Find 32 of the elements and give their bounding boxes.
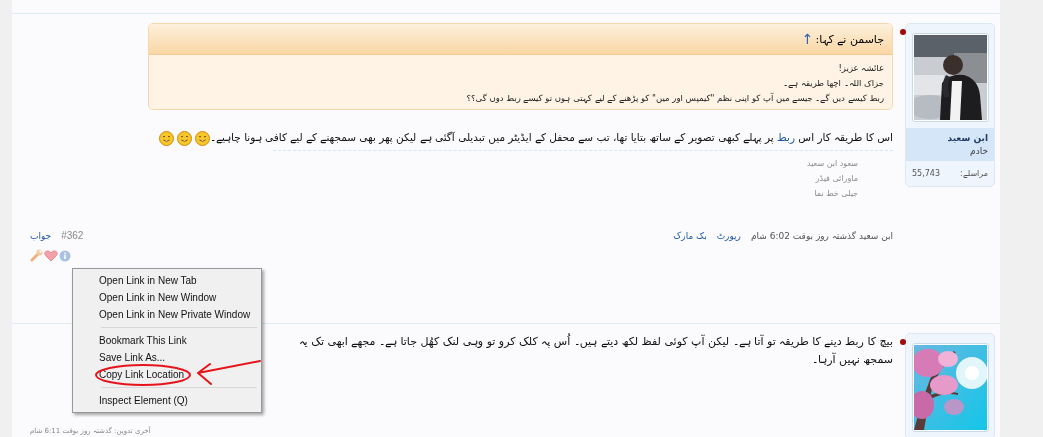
wrench-icon[interactable] [30, 249, 43, 262]
info-icon[interactable] [59, 249, 71, 262]
menu-item[interactable]: Inspect Element (Q) [99, 395, 188, 406]
liker-name[interactable]: سعود ابن سعید [806, 159, 858, 168]
menu-item[interactable]: Bookmark This Link [99, 335, 187, 346]
user-title: خادم [969, 146, 988, 156]
quote-line: ربط کیسے دیں گے۔ جیسے میں آپ کو اپنی نظم "کیمپس اور میں" کو پڑھنے کے لیے کہتی ہوں تو کیسے ربط دوں گی؟؟ [465, 93, 884, 103]
smiley-icon [176, 130, 192, 146]
post-number[interactable]: #362 [61, 230, 84, 241]
menu-item[interactable]: Open Link in New Private Window [99, 309, 251, 320]
jump-link[interactable]: ↑ [801, 31, 814, 47]
action-link[interactable]: بک مارک [673, 230, 707, 241]
quote-line: جزاک اللہ۔ اچھا طریقہ ہے۔ [782, 78, 884, 88]
post-text: اس کا طریقہ کار اس ربط پر پہلے کبھی تصویر کے ساتھ بتایا تھا، تب سے محفل کے ایڈیٹر میں تبدیلی آگئی ہے لیکن پھر بھی سمجھنے کے لیے کافی ہونا چاہیے۔ [209, 130, 893, 146]
quote-author: جاسمن نے کہا: [815, 32, 884, 46]
menu-item[interactable]: Open Link in New Window [99, 292, 217, 303]
action-link[interactable]: رپورٹ [716, 230, 741, 241]
quote-line: عائشہ عزیز! [837, 63, 884, 73]
smiley-icon [194, 130, 210, 146]
smiley-icon [158, 130, 174, 146]
heart-icon[interactable] [44, 249, 58, 262]
liker-name[interactable]: ماورائی فیڈر [815, 174, 858, 183]
reply-link[interactable]: جواب [30, 230, 52, 241]
link[interactable]: ربط [777, 131, 795, 143]
stat-value: 55,743 [912, 169, 940, 178]
post-date: ابن سعید گذشتہ روز بوقت 6:02 شام [750, 230, 893, 241]
menu-item[interactable]: Open Link in New Tab [99, 275, 197, 286]
username[interactable]: ابن سعید [912, 133, 988, 143]
liker-name[interactable]: جیلی خط نما [814, 189, 858, 198]
menu-item[interactable]: Save Link As... [99, 352, 166, 363]
stat-label: مراسلے: [960, 169, 988, 178]
post-text: بیچ کا ربط دینے کا طریقہ تو آتا ہے۔ لیکن آپ کوئی لفظ لکھ دیتے ہیں۔ اُس پہ کلک کرو تو وہی لنک کھُل جاتا ہے۔ مجھے ابھی تک یہ سمجھ نہیں آرہا۔ [297, 333, 893, 368]
